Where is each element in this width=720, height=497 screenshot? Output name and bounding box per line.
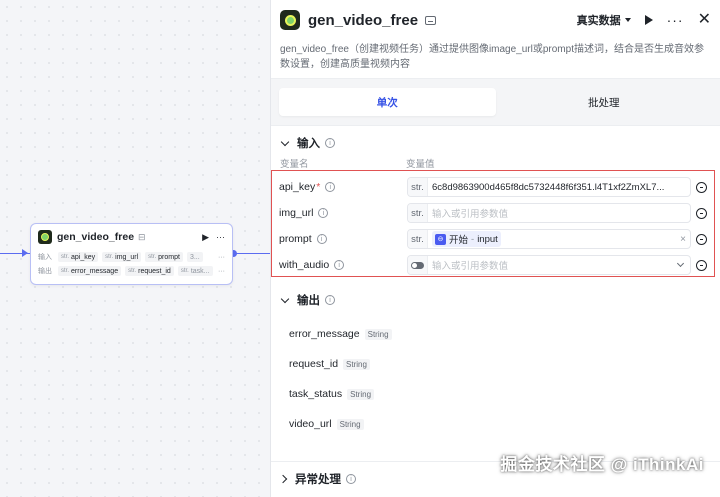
panel-title: gen_video_free <box>308 11 419 29</box>
info-icon[interactable]: i <box>325 295 335 305</box>
close-icon[interactable]: ✕ <box>698 12 711 28</box>
input-column-headers: 变量名 变量值 <box>280 159 435 170</box>
type-badge: String <box>343 358 370 370</box>
node-inputs-row: 输入 str. api_key str. img_url str. prompt 3.… <box>38 252 225 262</box>
input-params-highlight: api_key * i str. 6c8d9863900d465f8dc57324… <box>271 170 715 277</box>
api-key-input[interactable]: str. 6c8d9863900d465f8dc5732448f6f351.l4… <box>407 177 691 197</box>
watermark: 掘金技术社区 @ iThinkAi <box>500 455 704 474</box>
start-node-icon: ⊖ <box>435 233 446 245</box>
node-input-chip: 3... <box>186 252 203 262</box>
panel-description: gen_video_free（创建视频任务）通过提供图像image_url或pr… <box>280 44 704 70</box>
run-mode-tabs: 单次 批处理 <box>279 88 712 116</box>
type-indicator: str. <box>408 204 428 222</box>
prompt-input[interactable]: str. ⊖ 开始 - input × <box>407 229 691 249</box>
reference-icon[interactable] <box>696 207 707 219</box>
run-icon[interactable] <box>644 15 653 25</box>
output-section-header[interactable]: 输出 i <box>271 287 720 313</box>
info-icon[interactable]: i <box>316 234 327 244</box>
chevron-down-icon <box>624 18 631 22</box>
node-title: gen_video_free <box>57 231 135 243</box>
img-url-placeholder: 输入或引用参数值 <box>432 209 509 220</box>
info-icon[interactable]: i <box>325 182 336 192</box>
type-indicator: str. <box>408 178 428 196</box>
info-icon[interactable]: i <box>346 474 356 484</box>
type-badge: String <box>364 328 392 340</box>
plugin-tag-icon: ⊟ <box>138 231 146 242</box>
with-audio-select[interactable]: 输入或引用参数值 <box>407 255 691 275</box>
reference-icon[interactable] <box>696 233 707 245</box>
input-row-api-key: api_key * i str. 6c8d9863900d465f8dc57324… <box>272 174 714 200</box>
input-row-with-audio: with_audio i 输入或引用参数值 <box>272 252 714 278</box>
node-input-chip: str. api_key <box>58 252 99 262</box>
info-icon[interactable]: i <box>325 138 335 148</box>
plugin-tag-icon <box>425 15 437 25</box>
required-marker: * <box>316 181 321 193</box>
node-input-chip: str. img_url <box>102 252 142 262</box>
output-item: task_status String <box>271 379 720 409</box>
reference-icon[interactable] <box>696 259 707 271</box>
type-badge: String <box>336 418 364 430</box>
info-icon[interactable]: i <box>334 260 345 270</box>
input-section-header[interactable]: 输入 i <box>271 130 720 156</box>
node-config-panel: gen_video_free 真实数据 ··· ✕ gen_video_free… <box>270 0 720 497</box>
reference-chip[interactable]: ⊖ 开始 - input <box>432 231 501 247</box>
workflow-node-gen-video-free[interactable]: gen_video_free ⊟ ▶ ··· 输入 str. api_key st… <box>30 223 233 285</box>
info-icon[interactable]: i <box>318 208 329 218</box>
node-more-icon[interactable]: ··· <box>216 232 225 243</box>
outgoing-edge <box>236 253 270 254</box>
plugin-logo-icon <box>38 230 52 244</box>
clear-icon[interactable]: × <box>676 234 690 245</box>
chevron-down-icon <box>280 294 290 303</box>
output-item: video_url String <box>271 409 720 439</box>
node-outputs-more-icon: ··· <box>218 267 225 275</box>
node-input-chip: str. prompt <box>145 252 183 262</box>
plugin-logo-icon <box>280 10 300 30</box>
chevron-down-icon <box>280 137 290 146</box>
reference-icon[interactable] <box>696 181 707 193</box>
input-row-img-url: img_url i str. 输入或引用参数值 <box>272 200 714 226</box>
output-item: error_message String <box>271 319 720 349</box>
boolean-toggle-icon[interactable] <box>408 256 428 274</box>
api-key-value: 6c8d9863900d465f8dc5732448f6f351.l4T1xf2… <box>432 181 665 193</box>
chevron-down-icon <box>676 259 685 268</box>
chevron-right-icon <box>278 474 288 484</box>
img-url-input[interactable]: str. 输入或引用参数值 <box>407 203 691 223</box>
data-mode-dropdown[interactable]: 真实数据 <box>577 12 631 28</box>
node-run-icon[interactable]: ▶ <box>202 232 209 243</box>
output-item: request_id String <box>271 349 720 379</box>
node-outputs-row: 输出 str. error_message str. request_id str.… <box>38 266 225 276</box>
incoming-edge-arrow <box>22 249 28 257</box>
node-output-chip: str. task... <box>177 266 213 276</box>
input-row-prompt: prompt i str. ⊖ 开始 - input × <box>272 226 714 252</box>
with-audio-placeholder: 输入或引用参数值 <box>432 261 509 272</box>
type-indicator: str. <box>408 230 428 248</box>
type-badge: String <box>347 388 375 400</box>
node-output-chip: str. request_id <box>125 266 174 276</box>
node-output-chip: str. error_message <box>58 266 122 276</box>
node-inputs-more-icon: ··· <box>218 253 225 261</box>
tab-single[interactable]: 单次 <box>279 88 496 116</box>
more-icon[interactable]: ··· <box>667 13 684 27</box>
tab-batch[interactable]: 批处理 <box>496 88 713 116</box>
